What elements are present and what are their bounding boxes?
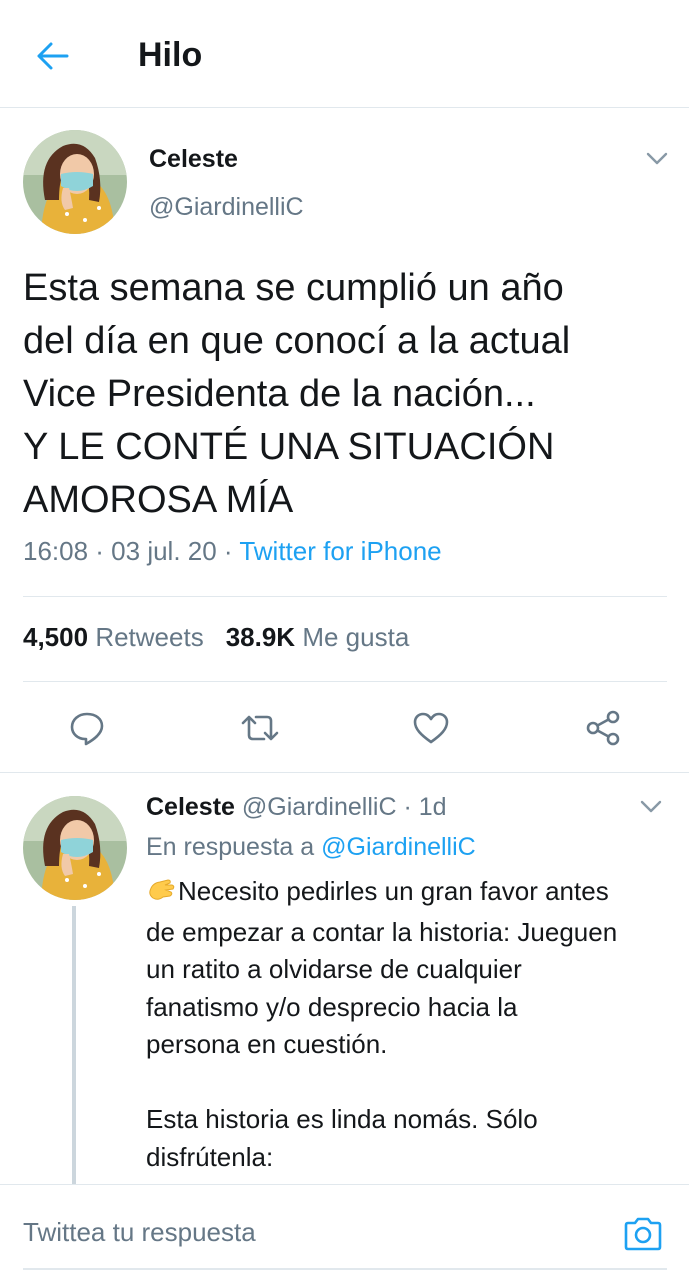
back-arrow-icon: [37, 42, 69, 70]
retweet-label: Retweets: [95, 622, 204, 652]
retweets-stat[interactable]: 4,500 Retweets: [23, 622, 204, 652]
tweet-stats: 4,500 Retweets 38.9K Me gusta: [23, 622, 409, 653]
heart-icon: [413, 712, 449, 744]
tweet-source-link[interactable]: Twitter for iPhone: [239, 536, 441, 566]
author-handle[interactable]: @GiardinelliC: [149, 193, 304, 222]
reply-context: En respuesta a @GiardinelliC: [146, 833, 476, 862]
top-bar: Hilo: [0, 0, 689, 108]
divider: [23, 681, 667, 682]
tweet-text: Esta semana se cumplió un año del día en…: [23, 267, 571, 521]
thread-line: [72, 906, 76, 1186]
reply-button[interactable]: [61, 702, 113, 754]
clapping-hands-icon: [146, 876, 176, 914]
chevron-down-icon: [640, 800, 662, 813]
share-button[interactable]: [577, 702, 629, 754]
reply-prefix: En respuesta a: [146, 833, 322, 861]
like-button[interactable]: [405, 702, 457, 754]
tweet-timestamp: 16:08 · 03 jul. 20 ·: [23, 536, 240, 566]
avatar[interactable]: [23, 796, 127, 900]
camera-button[interactable]: [620, 1213, 666, 1255]
like-count: 38.9K: [225, 622, 296, 652]
back-button[interactable]: [30, 34, 74, 78]
page-title: Hilo: [138, 36, 203, 74]
like-label: Me gusta: [302, 622, 410, 652]
reply-mention-link[interactable]: @GiardinelliC: [321, 833, 476, 861]
author-name[interactable]: Celeste: [149, 145, 238, 174]
likes-stat[interactable]: 38.9K Me gusta: [226, 622, 410, 652]
retweet-icon: [241, 715, 279, 741]
reply-input[interactable]: [23, 1217, 583, 1248]
camera-icon: [624, 1217, 662, 1251]
divider: [0, 772, 689, 773]
reply-text: Necesito pedirles un gran favor antes de…: [146, 876, 618, 1172]
tweet-menu-button[interactable]: [642, 144, 672, 174]
reply-icon: [70, 712, 104, 746]
avatar[interactable]: [23, 130, 127, 234]
chevron-down-icon: [646, 152, 668, 165]
retweet-button[interactable]: [234, 702, 286, 754]
reply-header: Celeste @GiardinelliC · 1d: [146, 793, 447, 822]
reply-composer: [0, 1184, 689, 1280]
reply-text-block: Necesito pedirles un gran favor antes de…: [146, 873, 676, 1176]
tweet-meta: 16:08 · 03 jul. 20 · Twitter for iPhone: [23, 536, 442, 567]
share-icon: [586, 710, 620, 746]
divider: [23, 596, 667, 597]
tweet-actions: [0, 702, 689, 754]
reply-author-name[interactable]: Celeste: [146, 793, 235, 821]
input-underline: [23, 1268, 667, 1270]
retweet-count: 4,500: [23, 622, 89, 652]
reply-handle-time: @GiardinelliC · 1d: [241, 793, 447, 821]
reply-menu-button[interactable]: [636, 792, 666, 822]
